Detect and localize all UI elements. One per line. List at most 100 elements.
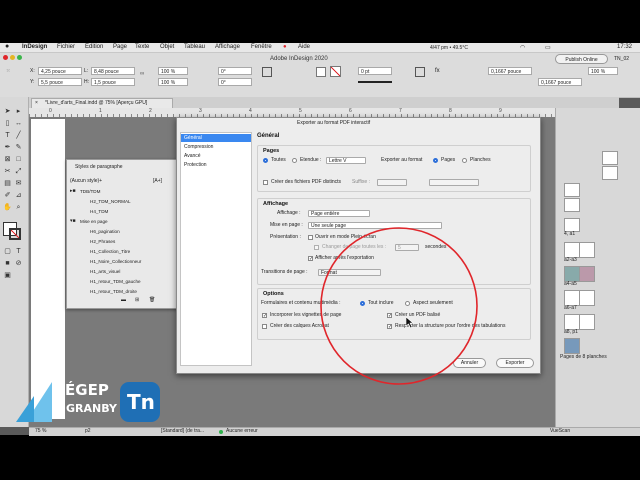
fill-swatch-icon[interactable] [316, 67, 326, 77]
page-thumbnail[interactable] [579, 290, 595, 306]
status-page[interactable]: p2 [85, 428, 91, 435]
apply-none-icon[interactable]: ⊘ [14, 259, 23, 268]
acrobat-layers-checkbox[interactable] [262, 324, 267, 329]
spreads-radio[interactable] [462, 158, 467, 163]
view-dropdown[interactable]: Page entière [308, 210, 370, 217]
delete-style-icon[interactable]: 🗑 [149, 297, 155, 304]
style-item[interactable]: H2_Phrases [90, 239, 115, 244]
menu-help[interactable]: Aide [298, 44, 310, 50]
style-item[interactable]: H1_Noire_Collectionneur [90, 259, 141, 264]
suffix-field-2[interactable] [429, 179, 479, 186]
menu-window[interactable]: Fenêtre [251, 44, 272, 50]
sidebar-item-advanced[interactable]: Avancé [181, 152, 251, 160]
page-thumbnail[interactable] [579, 266, 595, 282]
page-tool-icon[interactable]: ▯ [3, 119, 12, 128]
scissors-tool-icon[interactable]: ✂ [3, 167, 12, 176]
stroke-swatch-icon[interactable] [330, 66, 341, 77]
pages-radio[interactable] [433, 158, 438, 163]
tab-document[interactable]: × *Livre_d'arts_Final.indd @ 75% [Aperçu… [31, 98, 173, 108]
tab-close-icon[interactable]: × [35, 100, 38, 107]
separate-files-checkbox[interactable] [263, 180, 268, 185]
sidebar-item-compression[interactable]: Compression [181, 143, 251, 151]
new-folder-icon[interactable]: ▬ [121, 297, 126, 304]
shear-field[interactable]: 0° [218, 78, 252, 86]
y-field[interactable]: 5,5 pouce [38, 78, 82, 86]
pen-tool-icon[interactable]: ✒ [3, 143, 12, 152]
reference-point-icon[interactable]: ⁙ [6, 68, 10, 75]
x-field[interactable]: 4,25 pouce [38, 67, 82, 75]
menu-table[interactable]: Tableau [184, 44, 205, 50]
stroke-type-preview[interactable] [358, 81, 392, 83]
menu-view[interactable]: Affichage [215, 44, 240, 50]
stroke-w2-field[interactable]: 0,1667 pouce [538, 78, 582, 86]
fullscreen-checkbox[interactable] [308, 235, 313, 240]
scale-y-field[interactable]: 100 % [158, 78, 188, 86]
note-tool-icon[interactable]: ✉ [14, 179, 23, 188]
eyedropper-tool-icon[interactable]: ✐ [3, 191, 12, 200]
menu-page[interactable]: Page [113, 44, 127, 50]
type-tool-icon[interactable]: T [3, 131, 12, 140]
page-thumbnail[interactable] [564, 183, 580, 197]
page-thumbnail[interactable] [564, 290, 580, 306]
page-thumbnail[interactable] [579, 242, 595, 258]
measure-tool-icon[interactable]: ⊿ [14, 191, 23, 200]
page-thumbnail[interactable] [564, 314, 580, 330]
flip-icon[interactable] [262, 67, 272, 77]
direct-selection-icon[interactable]: ▸ [14, 107, 23, 116]
page-thumbnail[interactable] [602, 166, 618, 180]
page-thumbnail[interactable] [564, 338, 580, 354]
zoom-tool-icon[interactable]: ⌕ [14, 203, 23, 212]
format-text-icon[interactable]: T [14, 247, 23, 256]
scale-x-field[interactable]: 100 % [158, 67, 188, 75]
style-group[interactable]: TDB/TDM [80, 189, 100, 194]
rotation-field[interactable]: 0° [218, 67, 252, 75]
style-item[interactable]: H1_arts_visuel [90, 269, 120, 274]
menu-text[interactable]: Texte [135, 44, 149, 50]
close-window-icon[interactable] [3, 55, 8, 60]
stroke-color-icon[interactable] [9, 228, 21, 240]
format-container-icon[interactable]: ▢ [3, 247, 12, 256]
all-pages-radio[interactable] [263, 158, 268, 163]
selection-tool-icon[interactable]: ➤ [3, 107, 12, 116]
status-errors[interactable]: Aucune erreur [226, 428, 258, 435]
gradient-tool-icon[interactable]: ▤ [3, 179, 12, 188]
wifi-icon[interactable]: ◠ [520, 44, 525, 51]
zoom-field[interactable]: 100 % [588, 67, 618, 75]
page-thumbnail[interactable] [579, 314, 595, 330]
stroke-w1-field[interactable]: 0,1667 pouce [488, 67, 532, 75]
opacity-icon[interactable]: fx [435, 68, 440, 75]
stroke-weight-field[interactable]: 0 pt [358, 67, 392, 75]
new-style-icon[interactable]: ⊞ [135, 297, 139, 304]
effects-icon[interactable] [415, 67, 425, 77]
style-item[interactable]: H1_Collection_Titre [90, 249, 130, 254]
app-menu[interactable]: InDesign [22, 44, 47, 50]
constrain-link-icon[interactable]: ∞ [140, 71, 144, 78]
h-field[interactable]: 1,5 pouce [91, 78, 135, 86]
page-thumbnail[interactable] [602, 151, 618, 165]
pencil-tool-icon[interactable]: ✎ [14, 143, 23, 152]
zoom-window-icon[interactable] [17, 55, 22, 60]
apple-icon[interactable]: ● [5, 43, 9, 50]
transform-tool-icon[interactable]: ⤢ [14, 167, 23, 176]
menu-object[interactable]: Objet [160, 44, 174, 50]
line-tool-icon[interactable]: ╱ [14, 131, 23, 140]
page-thumbnail[interactable] [564, 266, 580, 282]
frame-tool-icon[interactable]: ⊠ [3, 155, 12, 164]
menu-file[interactable]: Fichier [57, 44, 75, 50]
rectangle-tool-icon[interactable]: □ [14, 155, 23, 164]
style-item[interactable]: H4_TDM [90, 209, 108, 214]
page-thumbnail[interactable] [564, 198, 580, 212]
range-radio[interactable] [292, 158, 297, 163]
view-after-export-checkbox[interactable]: ✓ [308, 256, 313, 262]
battery-icon[interactable]: ▭ [545, 44, 551, 51]
hand-tool-icon[interactable]: ✋ [3, 203, 12, 212]
publish-online-button[interactable]: Publish Online [555, 54, 608, 64]
page-thumbnail[interactable] [564, 218, 580, 232]
range-dropdown[interactable]: Lettre V [326, 157, 366, 164]
style-item[interactable]: H2_TDM_NORMAL [90, 199, 131, 204]
sidebar-item-general[interactable]: Général [181, 134, 251, 142]
screen-mode-icon[interactable]: ▣ [3, 271, 12, 280]
style-item[interactable]: H1_retour_TDM_gauche [90, 279, 141, 284]
status-zoom[interactable]: 75 % [35, 428, 46, 435]
apply-color-icon[interactable]: ■ [3, 259, 12, 268]
